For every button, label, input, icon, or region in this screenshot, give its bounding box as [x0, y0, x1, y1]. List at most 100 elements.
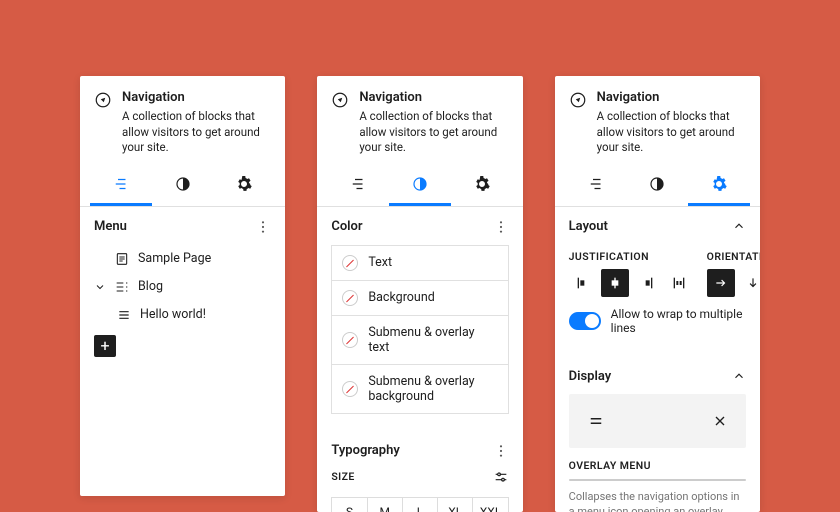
color-section-title: Color: [331, 219, 362, 234]
swatch-none-icon: [342, 290, 358, 306]
chevron-down-icon: [94, 281, 106, 293]
overlay-menu-label: OVERLAY MENU: [569, 459, 651, 472]
chevron-up-icon: [732, 369, 746, 383]
sliders-icon[interactable]: [493, 469, 509, 485]
block-title: Navigation: [122, 90, 271, 105]
list-view-icon: [349, 175, 367, 193]
tab-settings[interactable]: [214, 166, 276, 206]
typography-section-title: Typography: [331, 443, 400, 458]
orientation-horizontal-button[interactable]: [707, 269, 735, 297]
tree-item-label: Hello world!: [140, 307, 206, 322]
chevron-up-icon: [732, 219, 746, 233]
inspector-tabs: [317, 166, 522, 207]
color-row-submenu-text[interactable]: Submenu & overlay text: [331, 315, 508, 365]
overlay-menu-options: Off Mobile Always: [569, 479, 746, 481]
tab-styles[interactable]: [626, 166, 688, 206]
menu-icon: [587, 412, 605, 430]
compass-icon: [331, 91, 349, 109]
color-row-label: Text: [368, 255, 392, 270]
compass-icon: [94, 91, 112, 109]
font-size-picker: S M L XL XXL: [331, 497, 508, 512]
tree-item-label: Blog: [138, 279, 163, 294]
tab-styles[interactable]: [389, 166, 451, 206]
color-row-submenu-bg[interactable]: Submenu & overlay background: [331, 364, 508, 414]
size-label: SIZE: [331, 470, 354, 483]
color-row-background[interactable]: Background: [331, 280, 508, 316]
compass-icon: [569, 91, 587, 109]
page-icon: [114, 251, 130, 267]
menu-section-title: Menu: [94, 219, 127, 234]
overlay-always[interactable]: Always: [687, 480, 745, 481]
inspector-tabs: [80, 166, 285, 207]
wrap-toggle-row: Allow to wrap to multiple lines: [555, 297, 760, 349]
tree-item-label: Sample Page: [138, 251, 211, 266]
overlay-help-text: Collapses the navigation options in a me…: [555, 489, 760, 512]
color-row-label: Submenu & overlay text: [368, 325, 497, 355]
block-title: Navigation: [359, 90, 508, 105]
block-header: Navigation A collection of blocks that a…: [317, 76, 522, 166]
swatch-none-icon: [342, 381, 358, 397]
tab-list-view[interactable]: [90, 166, 152, 206]
block-description: A collection of blocks that allow visito…: [122, 109, 271, 156]
settings-icon: [235, 175, 253, 193]
justification-label: JUSTIFICATION: [569, 250, 693, 263]
color-section-header: Color: [317, 207, 522, 245]
color-row-text[interactable]: Text: [331, 245, 508, 281]
color-row-label: Background: [368, 290, 434, 305]
justify-right-button[interactable]: [633, 269, 661, 297]
arrow-right-icon: [714, 276, 728, 290]
color-list: Text Background Submenu & overlay text S…: [317, 245, 522, 423]
layout-section-header[interactable]: Layout: [555, 207, 760, 244]
swatch-none-icon: [342, 255, 358, 271]
layout-controls: JUSTIFICATION ORIENTATION: [555, 244, 760, 297]
orientation-vertical-button[interactable]: [739, 269, 760, 297]
justify-center-icon: [607, 275, 623, 291]
inspector-panel-list: Navigation A collection of blocks that a…: [80, 76, 285, 496]
justify-space-between-button[interactable]: [665, 269, 693, 297]
size-s[interactable]: S: [332, 498, 367, 512]
block-header: Navigation A collection of blocks that a…: [555, 76, 760, 166]
overlay-mobile[interactable]: Mobile: [628, 480, 686, 481]
wrap-toggle-label: Allow to wrap to multiple lines: [611, 307, 746, 335]
tab-settings[interactable]: [451, 166, 513, 206]
styles-icon: [648, 175, 666, 193]
settings-icon: [473, 175, 491, 193]
block-description: A collection of blocks that allow visito…: [597, 109, 746, 156]
justify-center-button[interactable]: [601, 269, 629, 297]
list-view-icon: [112, 175, 130, 193]
justify-left-button[interactable]: [569, 269, 597, 297]
settings-icon: [710, 175, 728, 193]
typography-section-header: Typography: [317, 431, 522, 469]
tree-item-post[interactable]: Hello world!: [94, 301, 271, 329]
tab-styles[interactable]: [152, 166, 214, 206]
tree-item-submenu[interactable]: Blog: [94, 273, 271, 301]
size-xl[interactable]: XL: [438, 498, 473, 512]
styles-icon: [411, 175, 429, 193]
close-icon: [712, 413, 728, 429]
justify-left-icon: [575, 275, 591, 291]
inspector-tabs: [555, 166, 760, 207]
size-xxl[interactable]: XXL: [473, 498, 507, 512]
kebab-icon[interactable]: [493, 443, 509, 459]
tab-settings[interactable]: [688, 166, 750, 206]
overlay-off[interactable]: Off: [570, 480, 628, 481]
paragraph-icon: [116, 307, 132, 323]
menu-section-header: Menu: [80, 207, 285, 245]
kebab-icon[interactable]: [493, 219, 509, 235]
display-section-header[interactable]: Display: [555, 357, 760, 394]
block-header: Navigation A collection of blocks that a…: [80, 76, 285, 166]
kebab-icon[interactable]: [255, 219, 271, 235]
tree-item-page[interactable]: Sample Page: [94, 245, 271, 273]
justify-space-icon: [671, 275, 687, 291]
block-description: A collection of blocks that allow visito…: [359, 109, 508, 156]
color-row-label: Submenu & overlay background: [368, 374, 497, 404]
menu-tree: Sample Page Blog Hello world! +: [80, 245, 285, 371]
add-block-button[interactable]: +: [94, 335, 116, 357]
layout-section-title: Layout: [569, 219, 608, 234]
size-l[interactable]: L: [403, 498, 438, 512]
size-m[interactable]: M: [368, 498, 403, 512]
display-section-title: Display: [569, 369, 612, 384]
tab-list-view[interactable]: [565, 166, 627, 206]
wrap-toggle[interactable]: [569, 312, 601, 330]
tab-list-view[interactable]: [327, 166, 389, 206]
